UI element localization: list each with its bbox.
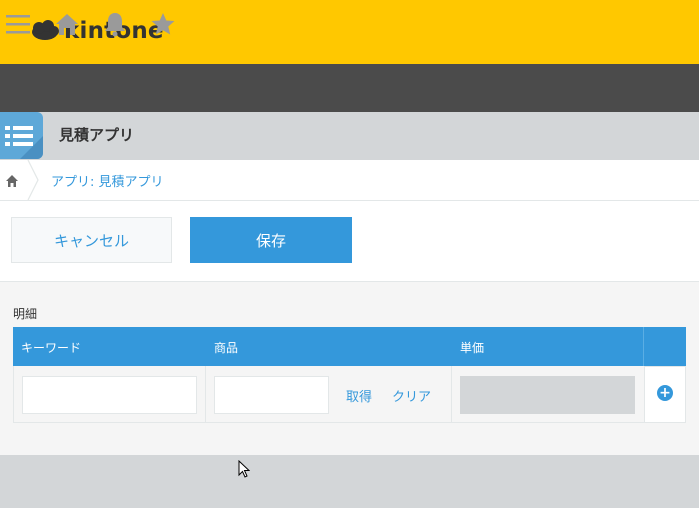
subtable-header — [13, 327, 686, 366]
home-icon[interactable] — [53, 10, 81, 38]
price-field-disabled — [460, 376, 635, 414]
app-title: 見積アプリ — [59, 126, 135, 144]
breadcrumb-separator — [26, 159, 40, 204]
header-divider — [643, 327, 644, 366]
mouse-cursor-icon — [238, 459, 251, 482]
global-nav — [0, 64, 699, 112]
save-button[interactable]: 保存 — [190, 217, 352, 263]
fetch-link[interactable]: 取得 — [346, 386, 372, 405]
breadcrumb-home-icon[interactable] — [5, 173, 19, 192]
keyword-input[interactable] — [22, 376, 197, 414]
add-row-plus-icon[interactable]: + — [657, 385, 673, 401]
bell-icon[interactable] — [101, 10, 129, 38]
column-header-keyword: キーワード — [21, 341, 82, 355]
menu-icon[interactable] — [4, 10, 32, 38]
column-header-product: 商品 — [214, 341, 239, 355]
breadcrumb-link[interactable]: アプリ: 見積アプリ — [51, 171, 164, 190]
cell-divider — [205, 366, 206, 423]
column-header-price: 単価 — [460, 341, 485, 355]
star-icon[interactable] — [149, 10, 177, 38]
kintone-logo[interactable]: kintone — [30, 18, 164, 44]
clear-link[interactable]: クリア — [392, 386, 431, 405]
list-icon[interactable] — [0, 112, 43, 159]
cell-divider — [451, 366, 452, 423]
product-input[interactable] — [214, 376, 329, 414]
subtable-label: 明細 — [13, 307, 38, 321]
cancel-button[interactable]: キャンセル — [11, 217, 172, 263]
